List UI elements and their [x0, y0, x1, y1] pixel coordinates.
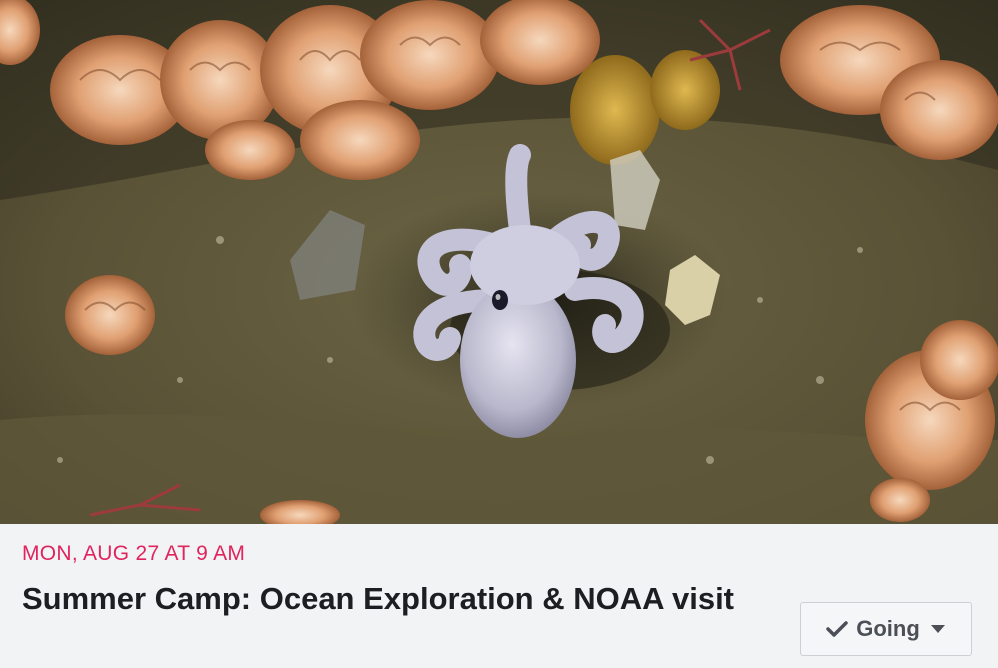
- event-title[interactable]: Summer Camp: Ocean Exploration & NOAA vi…: [22, 579, 752, 618]
- event-date: MON, AUG 27 AT 9 AM: [22, 542, 246, 565]
- going-button[interactable]: Going: [800, 602, 972, 656]
- going-label: Going: [856, 616, 920, 641]
- event-cover-photo[interactable]: [0, 0, 998, 524]
- caret-down-icon: [930, 624, 946, 634]
- check-icon: [826, 620, 848, 638]
- event-card: MON, AUG 27 AT 9 AM Summer Camp: Ocean E…: [0, 0, 998, 668]
- event-info: MON, AUG 27 AT 9 AM Summer Camp: Ocean E…: [0, 524, 998, 668]
